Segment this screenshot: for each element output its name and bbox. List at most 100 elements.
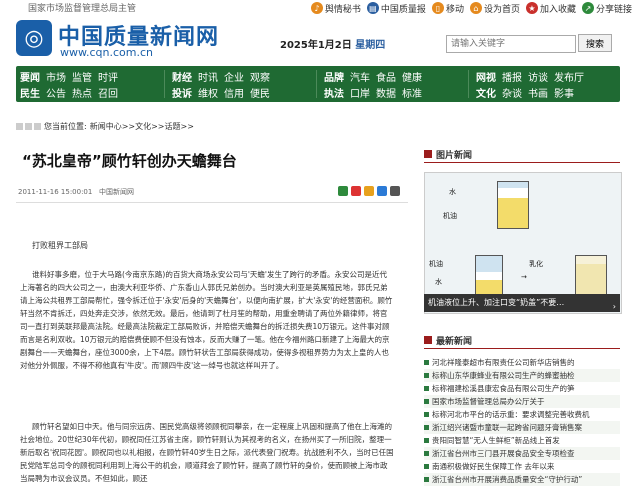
page-icon — [16, 122, 23, 130]
nav-item[interactable]: 发布厅 — [554, 69, 584, 84]
site-url: www.cqn.com.cn — [60, 46, 153, 59]
breadcrumb-path[interactable]: 新闻中心>>文化>>话题>> — [90, 121, 194, 132]
pic-label-water: 水 — [435, 278, 442, 286]
latest-news-list: 河北祥隆泰超市有限责任公司新华店销售的 标称山东华康蜂业有限公司生产的蜂蜜抽检 … — [424, 356, 620, 486]
breadcrumb: 您当前位置: 新闻中心>>文化>>话题>> — [16, 118, 620, 134]
nav-item[interactable]: 便民 — [250, 85, 270, 100]
nav-item[interactable]: 企业 — [224, 69, 244, 84]
latest-news-header: 最新新闻 — [424, 332, 620, 349]
nav-item[interactable]: 口岸 — [350, 85, 370, 100]
nav-item[interactable]: 标准 — [402, 85, 422, 100]
top-link-homepage[interactable]: ⌂ 设为首页 — [469, 0, 520, 16]
nav-head-finance[interactable]: 财经 — [172, 69, 192, 84]
nav-item[interactable]: 市场 — [46, 69, 66, 84]
nav-head-culture[interactable]: 文化 — [476, 85, 496, 100]
pic-news-caption[interactable]: 机油液位上升、加注口变“奶盖”不要… › — [424, 294, 620, 312]
list-item[interactable]: 浙江省台州市开展消费品质量安全“守护行动” — [424, 473, 620, 486]
breadcrumb-prefix: 您当前位置: — [44, 121, 87, 131]
nav-head-complaint[interactable]: 投诉 — [172, 85, 192, 100]
bullet-icon — [424, 438, 429, 443]
nav-head-livelihood[interactable]: 民生 — [20, 85, 40, 100]
sidebar: 图片新闻 水 机油 机油 水 乳化 → 机油液位上升、加注口变“奶盖”不要… ›… — [424, 146, 622, 486]
pic-news-image[interactable]: 水 机油 机油 水 乳化 → — [424, 172, 622, 314]
list-item[interactable]: 贵阳同智慧“无人生鲜柜”新品线上首发 — [424, 434, 620, 447]
list-item[interactable]: 河北祥隆泰超市有限责任公司新华店销售的 — [424, 356, 620, 369]
nav-group-brand: 品牌 汽车 食品 健康 执法 口岸 数据 标准 — [324, 68, 422, 100]
bullet-icon — [424, 412, 429, 417]
nav-item[interactable]: 数据 — [376, 85, 396, 100]
top-links: ♪ 舆情秘书 ▤ 中国质量报 ▯ 移动 ⌂ 设为首页 ★ 加入收藏 ↗ 分享链接 — [310, 0, 632, 16]
pic-label-milk: 乳化 — [529, 260, 543, 268]
top-link-favorite[interactable]: ★ 加入收藏 — [525, 0, 576, 16]
list-item[interactable]: 南通积极做好民生保障工作 去年以来 — [424, 460, 620, 473]
nav-item[interactable]: 热点 — [72, 85, 92, 100]
nav-head-video[interactable]: 网视 — [476, 69, 496, 84]
more-share-icon[interactable] — [390, 186, 400, 196]
nav-item[interactable]: 时讯 — [198, 69, 218, 84]
chevron-right-icon[interactable]: › — [613, 298, 616, 312]
article-title: “苏北皇帝”顾竹轩创办天蟾舞台 — [22, 152, 237, 170]
nav-item[interactable]: 书画 — [528, 85, 548, 100]
section-marker-icon — [424, 150, 432, 158]
diagram-jar — [475, 255, 503, 299]
nav-head-brand[interactable]: 品牌 — [324, 69, 344, 84]
nav-item[interactable]: 公告 — [46, 85, 66, 100]
qq-icon[interactable] — [377, 186, 387, 196]
list-item[interactable]: 标称河北市平台的话示重：要求调整完善收费机 — [424, 408, 620, 421]
pic-news-header: 图片新闻 — [424, 146, 620, 163]
top-link-sentiment[interactable]: ♪ 舆情秘书 — [310, 0, 361, 16]
weibo-icon[interactable] — [351, 186, 361, 196]
share-icon: ↗ — [581, 2, 594, 14]
list-item[interactable]: 浙江绍兴诸暨市童联一起跨省问题牙膏销售案 — [424, 421, 620, 434]
list-item[interactable]: 标称山东华康蜂业有限公司生产的蜂蜜抽检 — [424, 369, 620, 382]
home-icon: ⌂ — [469, 2, 482, 14]
list-item[interactable]: 标称福建松溪县康宏食品有限公司生产的笋 — [424, 382, 620, 395]
nav-item[interactable]: 监管 — [72, 69, 92, 84]
nav-divider — [316, 70, 317, 98]
nav-item[interactable]: 汽车 — [350, 69, 370, 84]
nav-item[interactable]: 时评 — [98, 69, 118, 84]
bullet-icon — [424, 373, 429, 378]
article-source: 中国新闻网 — [99, 188, 135, 196]
nav-group-video: 网视 播报 访谈 发布厅 文化 杂谈 书画 影事 — [476, 68, 584, 100]
top-link-mobile[interactable]: ▯ 移动 — [431, 0, 464, 16]
article-paragraph: 谁料好事多磨，位于大马路(今南京东路)的百货大商场永安公司与'天蟾'发生了跨行的… — [20, 270, 393, 370]
wechat-icon[interactable] — [338, 186, 348, 196]
share-buttons — [338, 186, 400, 196]
top-link-share[interactable]: ↗ 分享链接 — [581, 0, 632, 16]
nav-item[interactable]: 食品 — [376, 69, 396, 84]
search-button[interactable]: 搜索 — [578, 34, 612, 52]
supervisor-text: 国家市场监督管理总局主管 — [28, 4, 137, 14]
bell-icon: ♪ — [310, 2, 323, 14]
nav-item[interactable]: 影事 — [554, 85, 574, 100]
nav-head-enforcement[interactable]: 执法 — [324, 85, 344, 100]
nav-item[interactable]: 访谈 — [528, 69, 548, 84]
nav-item[interactable]: 召回 — [98, 85, 118, 100]
search-input[interactable] — [446, 35, 576, 53]
nav-item[interactable]: 维权 — [198, 85, 218, 100]
site-header: ◎ 中国质量新闻网 www.cqn.com.cn 2025年1月2日 星期四 搜… — [0, 16, 636, 66]
star-icon: ★ — [525, 2, 538, 14]
bullet-icon — [424, 464, 429, 469]
bullet-icon — [424, 477, 429, 482]
qzone-icon[interactable] — [364, 186, 374, 196]
nav-item[interactable]: 健康 — [402, 69, 422, 84]
logo-icon[interactable]: ◎ — [16, 20, 52, 56]
nav-item[interactable]: 播报 — [502, 69, 522, 84]
bullet-icon — [424, 399, 429, 404]
nav-head-news[interactable]: 要闻 — [20, 69, 40, 84]
nav-item[interactable]: 杂谈 — [502, 85, 522, 100]
bullet-icon — [424, 425, 429, 430]
top-link-newspaper[interactable]: ▤ 中国质量报 — [366, 0, 426, 16]
list-item[interactable]: 国家市场监督管理总局办公厅关于 — [424, 395, 620, 408]
pic-label-oil: 机油 — [443, 212, 457, 220]
page-icon — [25, 122, 32, 130]
pic-label-oil: 机油 — [429, 260, 443, 268]
nav-item[interactable]: 观察 — [250, 69, 270, 84]
list-item[interactable]: 浙江省台州市三门县开展食品安全专项检查 — [424, 447, 620, 460]
pic-label-water: 水 — [449, 188, 456, 196]
current-date: 2025年1月2日 星期四 — [280, 40, 386, 51]
article-divider — [16, 202, 408, 203]
nav-item[interactable]: 信用 — [224, 85, 244, 100]
diagram-jar — [575, 255, 607, 299]
